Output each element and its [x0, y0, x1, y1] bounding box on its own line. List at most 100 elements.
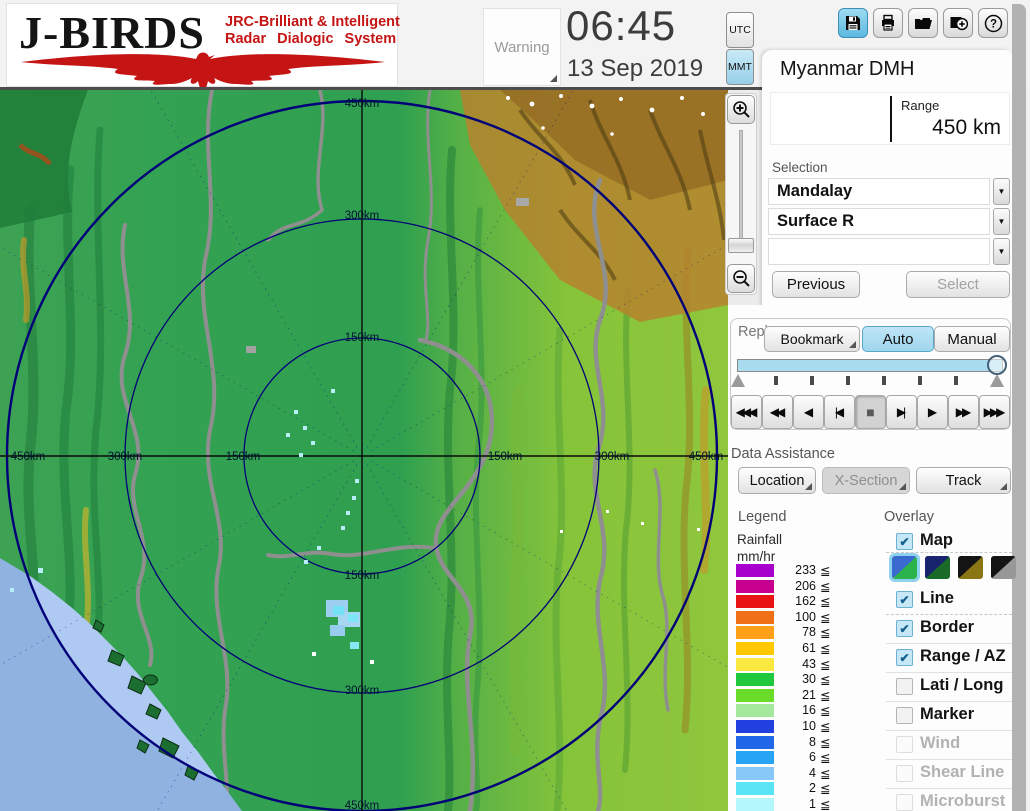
da-button-label: Location — [749, 472, 805, 489]
range-ring-label: 300km — [108, 451, 143, 463]
legend-operator: ≦ — [820, 673, 831, 688]
separator — [886, 788, 1012, 789]
legend-color-swatch — [736, 751, 774, 765]
mmt-button[interactable]: MMT — [726, 49, 754, 85]
track-button[interactable]: Track — [916, 467, 1011, 494]
step-back-button[interactable]: |◀ — [824, 395, 855, 429]
bookmark-button[interactable]: Bookmark — [764, 326, 860, 352]
legend-operator: ≦ — [820, 579, 831, 594]
slider-end-marker-icon[interactable] — [990, 374, 1004, 387]
legend-color-swatch — [736, 579, 774, 593]
zoom-out-button[interactable] — [727, 264, 755, 293]
play-reverse-button[interactable]: ◀ — [793, 395, 824, 429]
checkbox[interactable]: ✔ — [896, 649, 913, 666]
map-style-dark[interactable] — [925, 556, 950, 579]
chevron-down-icon[interactable]: ▼ — [993, 178, 1010, 205]
separator — [886, 672, 1012, 673]
legend-unit-subtitle: mm/hr — [737, 549, 776, 564]
replay-slider-handle[interactable] — [987, 355, 1007, 375]
legend-value: 16 — [802, 703, 816, 718]
location-button[interactable]: Location — [738, 467, 816, 494]
map-zoom-control — [725, 93, 757, 295]
zoom-slider-track[interactable] — [739, 130, 743, 252]
overlay-item-marker[interactable]: Marker — [888, 704, 1012, 730]
range-ring-label: 300km — [345, 210, 380, 222]
help-button[interactable]: ? — [978, 8, 1008, 38]
legend-color-swatch — [736, 610, 774, 624]
data-assistance-label: Data Assistance — [731, 446, 835, 462]
auto-button[interactable]: Auto — [862, 326, 934, 352]
print-button[interactable] — [873, 8, 903, 38]
range-ring-label: 450km — [689, 451, 724, 463]
corner-fold-icon — [849, 341, 856, 348]
checkbox[interactable] — [896, 765, 913, 782]
overlay-item-shear-line[interactable]: Shear Line — [888, 762, 1012, 788]
checkbox[interactable] — [896, 678, 913, 695]
map-style-swatch-icon — [892, 556, 917, 579]
map-style-color[interactable] — [889, 553, 920, 582]
range-divider — [890, 96, 892, 142]
radar-map[interactable]: 450km 300km 150km 150km 300km 450km 450km 300km… — [0, 5, 813, 811]
checkbox[interactable]: ✔ — [896, 620, 913, 637]
zoom-in-button[interactable] — [727, 95, 755, 124]
utc-button[interactable]: UTC — [726, 12, 754, 48]
chevron-down-icon[interactable]: ▼ — [993, 208, 1010, 235]
logo-subtitle: JRC-Brilliant & Intelligent Radar Dialog… — [225, 14, 400, 47]
forward-fast-button[interactable]: ▶▶ — [948, 395, 979, 429]
map-style-gray[interactable] — [991, 556, 1016, 579]
magnifier-plus-icon — [733, 100, 750, 118]
legend-color-swatch — [736, 673, 774, 687]
overlay-item-line[interactable]: ✔ Line — [888, 588, 1012, 614]
replay-slider-track[interactable] — [737, 359, 1003, 372]
selection-combo-value[interactable]: Surface R — [768, 208, 990, 235]
slider-start-marker-icon[interactable] — [731, 374, 745, 387]
checkbox[interactable] — [896, 707, 913, 724]
selection-combo-value[interactable] — [768, 238, 990, 265]
legend-operator: ≦ — [820, 735, 831, 750]
legend-color-swatch — [736, 735, 774, 749]
overlay-item-microburst[interactable]: Microburst — [888, 791, 1012, 811]
previous-button[interactable]: Previous — [772, 271, 860, 298]
range-ring-label: 450km — [11, 451, 46, 463]
overlay-item-label: Microburst — [920, 792, 1006, 810]
play-button[interactable]: ▶ — [917, 395, 948, 429]
checkbox[interactable]: ✔ — [896, 591, 913, 608]
legend-operator: ≦ — [820, 766, 831, 781]
window-edge-strip — [1012, 4, 1026, 811]
checkbox[interactable] — [896, 794, 913, 811]
image-plus-icon — [949, 14, 968, 32]
overlay-item-lati-long[interactable]: Lati / Long — [888, 675, 1012, 701]
select-button[interactable]: Select — [906, 271, 1010, 298]
rewind-fastest-button[interactable]: ◀◀◀ — [731, 395, 762, 429]
step-forward-button[interactable]: ▶| — [886, 395, 917, 429]
checkbox[interactable] — [896, 736, 913, 753]
legend-operator: ≦ — [820, 626, 831, 641]
forward-fastest-button[interactable]: ▶▶▶ — [979, 395, 1010, 429]
legend-operator: ≦ — [820, 704, 831, 719]
manual-button[interactable]: Manual — [934, 326, 1010, 352]
overlay-item-label: Line — [920, 589, 954, 607]
warning-button[interactable]: Warning — [483, 8, 561, 86]
rewind-fast-button[interactable]: ◀◀ — [762, 395, 793, 429]
legend-value: 162 — [795, 594, 816, 609]
save-button[interactable] — [838, 8, 868, 38]
selection-label: Selection — [772, 160, 828, 175]
overlay-item-wind[interactable]: Wind — [888, 733, 1012, 759]
capture-button[interactable] — [943, 8, 973, 38]
station-name: Myanmar DMH — [780, 58, 915, 80]
map-style-swatch-icon — [925, 556, 950, 579]
map-style-olive[interactable] — [958, 556, 983, 579]
range-ring-label: 150km — [488, 451, 523, 463]
stop-button[interactable]: ■ — [855, 395, 886, 429]
open-button[interactable] — [908, 8, 938, 38]
legend-color-swatch — [736, 564, 774, 577]
overlay-item-border[interactable]: ✔ Border — [888, 617, 1012, 643]
chevron-down-icon[interactable]: ▼ — [993, 238, 1010, 265]
overlay-item-range-az[interactable]: ✔ Range / AZ — [888, 646, 1012, 672]
selection-combo-value[interactable]: Mandalay — [768, 178, 990, 205]
zoom-slider-handle[interactable] — [728, 238, 754, 253]
checkbox[interactable]: ✔ — [896, 533, 913, 550]
legend-operator: ≦ — [820, 595, 831, 610]
overlay-item-label: Map — [920, 531, 953, 549]
x-section-button[interactable]: X-Section — [822, 467, 910, 494]
